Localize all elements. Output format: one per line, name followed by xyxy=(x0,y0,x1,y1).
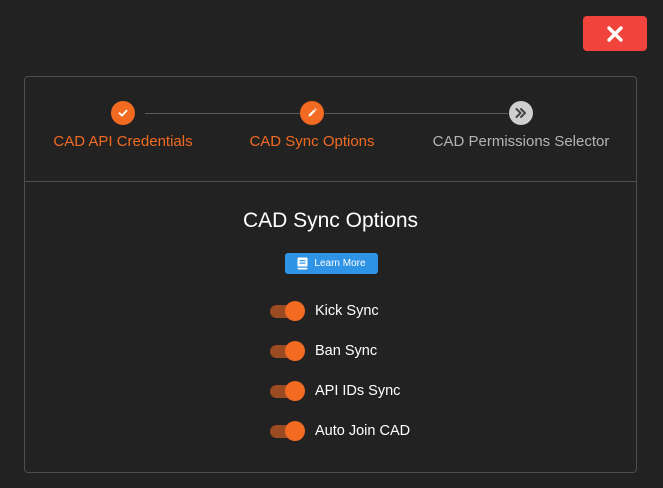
toggle-knob xyxy=(285,381,305,401)
auto-join-cad-toggle[interactable] xyxy=(270,421,305,441)
step-cad-sync-options[interactable]: CAD Sync Options xyxy=(212,101,412,150)
close-x-icon xyxy=(607,25,623,42)
api-ids-sync-toggle[interactable] xyxy=(270,381,305,401)
ban-sync-toggle[interactable] xyxy=(270,341,305,361)
learn-more-label: Learn More xyxy=(314,258,366,269)
option-label: Kick Sync xyxy=(315,303,379,319)
step-cad-permissions-selector[interactable]: CAD Permissions Selector xyxy=(421,101,621,150)
close-button[interactable] xyxy=(583,16,647,51)
option-label: Auto Join CAD xyxy=(315,423,411,439)
step-cad-api-credentials[interactable]: CAD API Credentials xyxy=(23,101,223,150)
option-label: Ban Sync xyxy=(315,343,378,359)
step-circle xyxy=(111,101,135,125)
step-label: CAD API Credentials xyxy=(53,133,193,150)
toggle-knob xyxy=(285,341,305,361)
option-label: API IDs Sync xyxy=(315,383,401,399)
option-api-ids-sync: API IDs Sync xyxy=(270,380,400,402)
book-icon xyxy=(297,257,308,270)
check-icon xyxy=(118,109,128,117)
pencil-icon xyxy=(308,108,317,117)
section-title: CAD Sync Options xyxy=(242,209,419,232)
chevrons-right-icon xyxy=(515,108,526,118)
learn-more-button[interactable]: Learn More xyxy=(285,253,378,274)
step-label: CAD Permissions Selector xyxy=(432,133,610,150)
step-circle xyxy=(509,101,533,125)
option-kick-sync: Kick Sync xyxy=(270,300,379,322)
toggle-knob xyxy=(285,301,305,321)
stepper: CAD API Credentials CAD Sync Options CAD… xyxy=(25,77,636,182)
kick-sync-toggle[interactable] xyxy=(270,301,305,321)
step-circle xyxy=(300,101,324,125)
wizard-card: CAD API Credentials CAD Sync Options CAD… xyxy=(24,76,637,473)
step-label: CAD Sync Options xyxy=(249,133,375,150)
toggle-knob xyxy=(285,421,305,441)
option-ban-sync: Ban Sync xyxy=(270,340,377,362)
option-auto-join-cad: Auto Join CAD xyxy=(270,420,410,442)
